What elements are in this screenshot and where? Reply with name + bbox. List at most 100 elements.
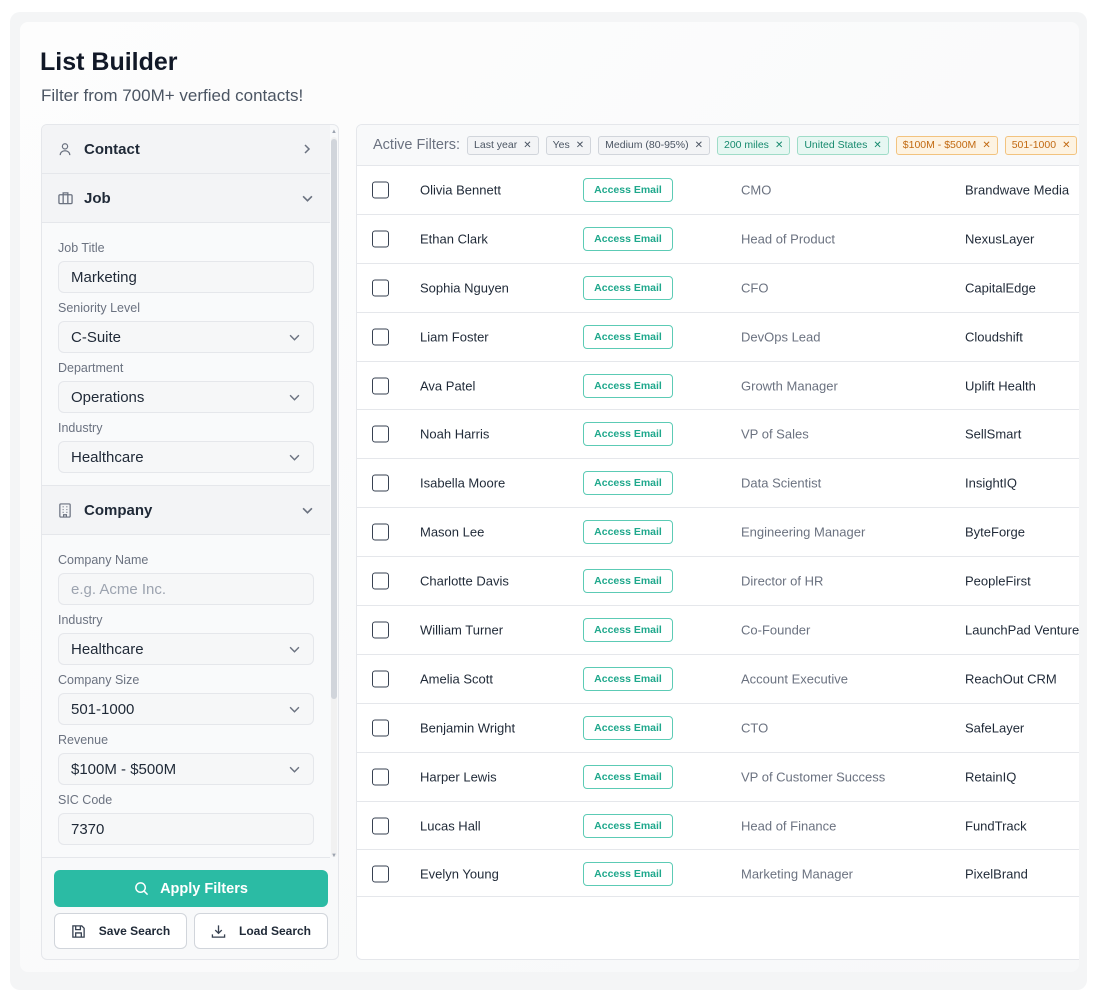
contact-role: CMO [741,182,772,198]
scrollbar-thumb[interactable] [331,139,337,699]
chip-text: Yes [552,139,570,151]
row-checkbox[interactable] [372,377,389,394]
close-icon[interactable]: ✕ [775,140,783,151]
row-checkbox[interactable] [372,523,389,541]
row-checkbox[interactable] [372,817,389,835]
access-email-button[interactable]: Access Email [583,422,673,447]
access-email-button[interactable]: Access Email [583,813,673,838]
row-checkbox[interactable] [372,181,389,199]
seniority-select[interactable]: C-Suite [58,321,314,353]
filter-chip[interactable]: Last year ✕ [467,135,539,155]
contact-role: Co-Founder [741,622,811,638]
contact-role: CTO [741,720,769,736]
contact-role: VP of Sales [741,426,809,442]
table-row: Charlotte Davis Access Email Director of H… [357,557,1079,607]
row-checkbox[interactable] [372,719,389,737]
filter-chip[interactable]: Medium (80-95%) ✕ [598,135,710,155]
row-checkbox[interactable] [372,474,389,492]
job-title-input[interactable]: Marketing [58,261,314,293]
chevron-down-icon [289,703,301,715]
row-checkbox[interactable] [372,768,389,786]
filter-chip[interactable]: Yes ✕ [545,135,592,155]
chevron-down-icon [289,643,301,655]
contact-company: NexusLayer [965,231,1035,247]
close-icon[interactable]: ✕ [523,140,531,151]
company-industry-select[interactable]: Healthcare [58,633,314,665]
seniority-value: C-Suite [71,328,122,346]
filter-chip[interactable]: $100M - $500M ✕ [895,135,998,155]
section-job-body: Job Title Marketing Seniority Level C-Su… [42,223,330,486]
job-title-label: Job Title [58,241,105,255]
filter-chip[interactable]: United States ✕ [797,135,889,155]
access-email-button[interactable]: Access Email [583,666,673,691]
filter-sidebar-scroll[interactable]: Contact Job Job Title Marketing Seniorit… [42,125,330,858]
close-icon[interactable]: ✕ [576,140,584,151]
row-checkbox[interactable] [372,670,389,688]
contact-role: Marketing Manager [741,866,853,882]
access-email-button[interactable]: Access Email [583,862,673,887]
contact-name: Amelia Scott [420,671,493,687]
access-email-button[interactable]: Access Email [583,275,673,300]
row-checkbox[interactable] [372,572,389,590]
contact-company: Cloudshift [965,329,1023,345]
filter-chip[interactable]: 200 miles ✕ [716,135,791,155]
row-checkbox[interactable] [372,230,389,248]
row-checkbox[interactable] [372,328,389,346]
department-select[interactable]: Operations [58,381,314,413]
access-email-button[interactable]: Access Email [583,373,673,398]
contact-name: Isabella Moore [420,475,506,491]
save-search-label: Save Search [98,924,171,938]
contact-name: Noah Harris [420,426,490,442]
close-icon[interactable]: ✕ [982,140,990,151]
access-email-button[interactable]: Access Email [583,617,673,642]
access-email-button[interactable]: Access Email [583,715,673,740]
building-icon [58,502,74,518]
close-icon[interactable]: ✕ [695,140,703,151]
job-industry-select[interactable]: Healthcare [58,441,314,473]
section-job-header[interactable]: Job [42,174,330,223]
access-email-button[interactable]: Access Email [583,569,673,594]
filter-chip[interactable]: 501-1000 ✕ [1004,135,1078,155]
table-row: Ethan Clark Access Email Head of Product Ne… [357,214,1079,264]
access-email-button[interactable]: Access Email [583,520,673,545]
filter-sidebar: Contact Job Job Title Marketing Seniorit… [41,124,339,960]
access-email-button[interactable]: Access Email [583,177,673,202]
access-email-button[interactable]: Access Email [583,226,673,251]
row-checkbox[interactable] [372,865,389,883]
apply-filters-button[interactable]: Apply Filters [54,870,328,907]
access-email-button[interactable]: Access Email [583,764,673,789]
row-checkbox[interactable] [372,621,389,639]
scroll-down-arrow-icon[interactable]: ▼ [331,853,337,859]
table-row: Ava Patel Access Email Growth Manager Uplif… [357,361,1079,411]
row-checkbox[interactable] [372,279,389,297]
access-email-button[interactable]: Access Email [583,324,673,349]
load-search-button[interactable]: Load Search [194,913,328,949]
save-search-button[interactable]: Save Search [54,913,187,949]
section-company-header[interactable]: Company [42,486,330,535]
close-icon[interactable]: ✕ [1062,140,1070,151]
contact-role: Director of HR [741,573,824,589]
contact-role: DevOps Lead [741,329,821,345]
briefcase-icon [58,190,74,206]
contact-name: Mason Lee [420,524,485,540]
department-value: Operations [71,388,145,406]
chip-text: 501-1000 [1011,139,1057,151]
revenue-select[interactable]: $100M - $500M [58,753,314,785]
table-row: Isabella Moore Access Email Data Scientist… [357,459,1079,509]
department-label: Department [58,361,124,375]
page-title: List Builder [40,48,178,76]
access-email-button[interactable]: Access Email [583,471,673,496]
section-contact-header[interactable]: Contact [42,125,330,174]
company-size-value: 501-1000 [71,700,135,718]
row-checkbox[interactable] [372,425,389,443]
company-name-input[interactable]: e.g. Acme Inc. [58,573,314,605]
contact-name: Benjamin Wright [420,720,516,736]
scroll-up-arrow-icon[interactable]: ▲ [331,129,337,135]
sidebar-scrollbar[interactable]: ▲ ▼ [331,129,337,859]
apply-filters-label: Apply Filters [160,880,248,897]
company-size-select[interactable]: 501-1000 [58,693,314,725]
sic-code-input[interactable]: 7370 [58,813,314,845]
chip-text: Medium (80-95%) [605,139,689,151]
contact-name: Liam Foster [420,329,489,345]
close-icon[interactable]: ✕ [873,140,881,151]
